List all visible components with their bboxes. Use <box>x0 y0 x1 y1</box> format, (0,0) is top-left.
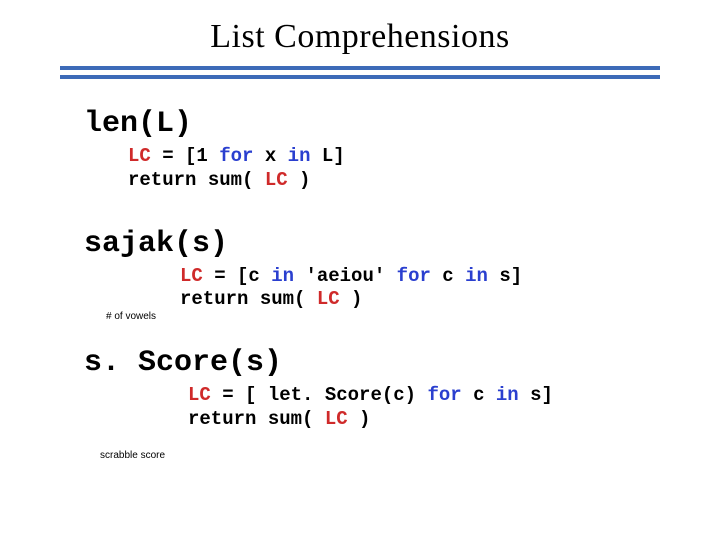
kw-in: in <box>288 145 311 167</box>
var-lc: LC <box>188 384 211 406</box>
block-len: len(L) LC = [1 for x in L] return sum( L… <box>84 107 636 193</box>
code-text: ) <box>288 169 311 191</box>
code-len: LC = [1 for x in L] return sum( LC ) <box>128 145 636 193</box>
func-name-sscore: s. Score(s) <box>84 346 636 380</box>
kw-for: for <box>219 145 253 167</box>
code-text: s] <box>488 265 522 287</box>
code-text: return sum( <box>128 169 265 191</box>
note-scrabble: scrabble score <box>100 450 165 461</box>
code-text: ) <box>348 408 371 430</box>
code-text: return sum( <box>180 288 317 310</box>
code-text: c <box>462 384 496 406</box>
code-text: L] <box>310 145 344 167</box>
kw-in: in <box>271 265 294 287</box>
code-text: x <box>253 145 287 167</box>
code-text: 'aeiou' <box>294 265 397 287</box>
code-text: c <box>431 265 465 287</box>
block-sajak: sajak(s) LC = [c in 'aeiou' for c in s] … <box>84 227 636 313</box>
var-lc: LC <box>128 145 151 167</box>
block-sscore: s. Score(s) LC = [ let. Score(c) for c i… <box>84 346 636 432</box>
code-sscore: LC = [ let. Score(c) for c in s] return … <box>188 384 636 432</box>
code-text: = [ let. Score(c) <box>211 384 428 406</box>
kw-in: in <box>465 265 488 287</box>
kw-for: for <box>427 384 461 406</box>
kw-for: for <box>397 265 431 287</box>
var-lc: LC <box>180 265 203 287</box>
var-lc: LC <box>317 288 340 310</box>
var-lc: LC <box>265 169 288 191</box>
code-sajak: LC = [c in 'aeiou' for c in s] return su… <box>180 265 636 313</box>
rule-line <box>60 66 660 70</box>
kw-in: in <box>496 384 519 406</box>
func-name-sajak: sajak(s) <box>84 227 636 261</box>
code-text: s] <box>519 384 553 406</box>
slide-title: List Comprehensions <box>0 0 720 66</box>
func-name-len: len(L) <box>84 107 636 141</box>
slide-content: len(L) LC = [1 for x in L] return sum( L… <box>0 107 720 432</box>
code-text: = [1 <box>151 145 219 167</box>
var-lc: LC <box>325 408 348 430</box>
title-rules <box>60 66 660 79</box>
note-vowels: # of vowels <box>106 311 156 322</box>
rule-line <box>60 75 660 79</box>
code-text: ) <box>340 288 363 310</box>
code-text: = [c <box>203 265 271 287</box>
code-text: return sum( <box>188 408 325 430</box>
